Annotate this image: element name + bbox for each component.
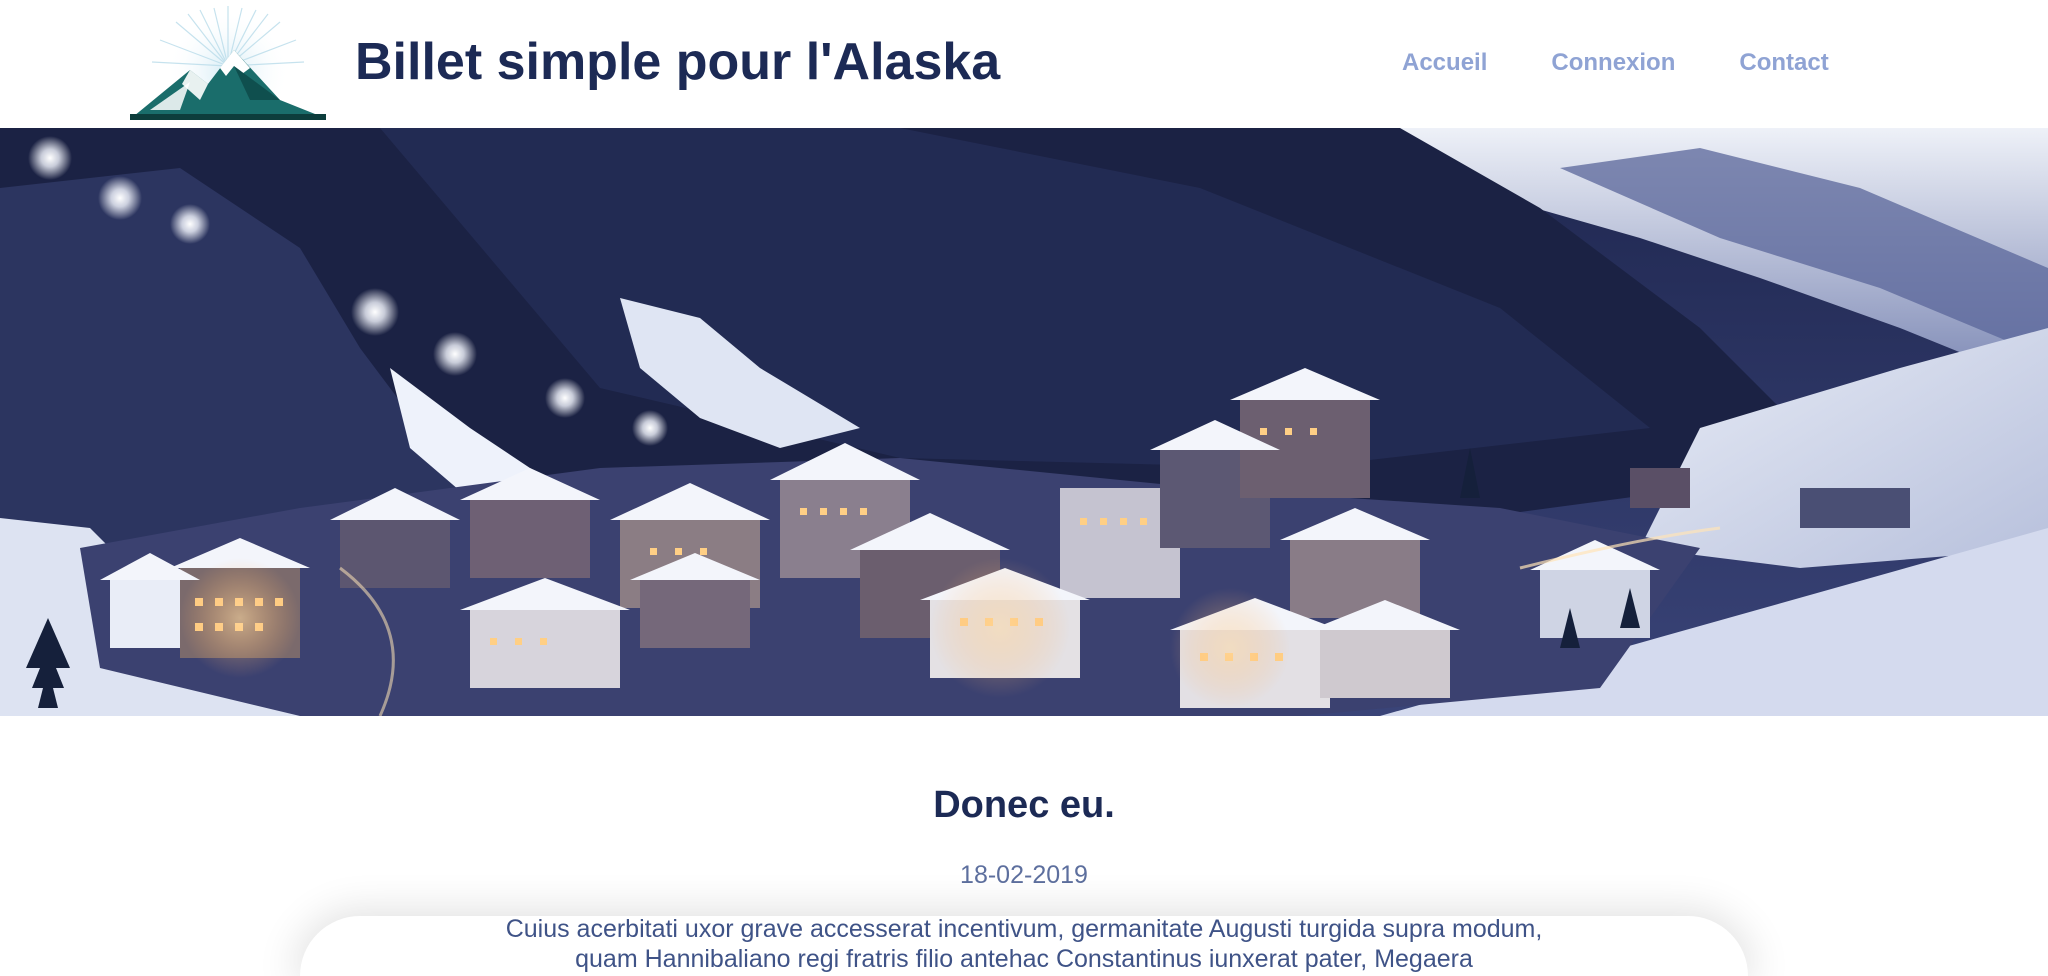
article-date: 18-02-2019 bbox=[960, 861, 1088, 889]
article-title[interactable]: Donec eu. bbox=[0, 782, 2048, 828]
article-preview: Donec eu. 18-02-2019 Cuius acerbitati ux… bbox=[0, 716, 2048, 973]
site-title: Billet simple pour l'Alaska bbox=[355, 33, 1001, 91]
mountain-logo-icon[interactable] bbox=[130, 4, 326, 124]
site-header: Billet simple pour l'Alaska Accueil Conn… bbox=[0, 0, 2048, 128]
nav-connexion[interactable]: Connexion bbox=[1551, 48, 1675, 78]
article-excerpt: Cuius acerbitati uxor grave accesserat i… bbox=[505, 915, 1543, 973]
main-nav: Accueil Connexion Contact bbox=[1402, 48, 1829, 78]
nav-contact[interactable]: Contact bbox=[1739, 48, 1828, 78]
hero-image bbox=[0, 128, 2048, 716]
nav-accueil[interactable]: Accueil bbox=[1402, 48, 1487, 78]
